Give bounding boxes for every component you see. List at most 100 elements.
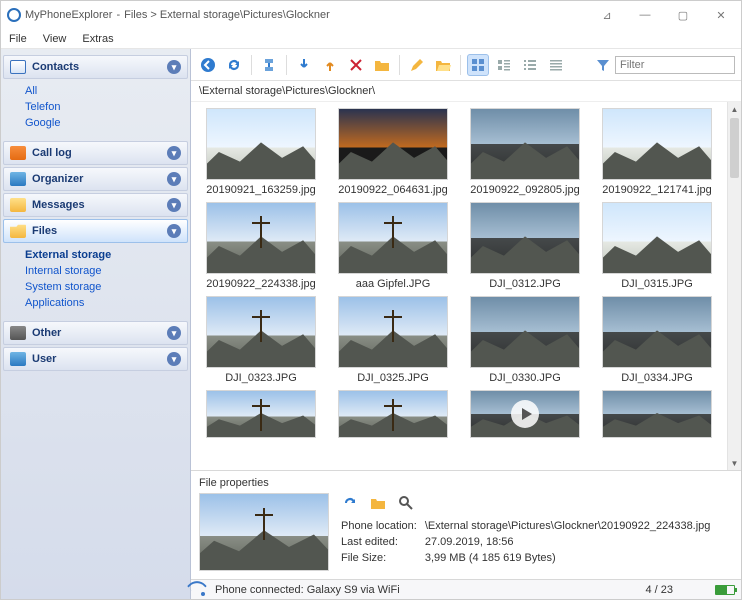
- new-folder-button[interactable]: [371, 54, 393, 76]
- file-item[interactable]: 20190921_163259.jpg: [199, 108, 323, 196]
- phone-icon: [10, 146, 26, 160]
- file-item[interactable]: DJI_0334.JPG: [595, 296, 719, 384]
- sync-button[interactable]: [258, 54, 280, 76]
- file-item[interactable]: DJI_0330.JPG: [463, 296, 587, 384]
- file-item[interactable]: [199, 390, 323, 438]
- file-item[interactable]: 20190922_064631.jpg: [331, 108, 455, 196]
- sidebar-item-external[interactable]: External storage: [23, 247, 182, 263]
- envelope-icon: [10, 198, 26, 212]
- maximize-button[interactable]: ▢: [669, 9, 697, 22]
- chevron-down-icon: ▾: [167, 60, 181, 74]
- size-value: 3,99 MB (4 185 619 Bytes): [425, 551, 717, 565]
- open-folder-button[interactable]: [432, 54, 454, 76]
- file-name: DJI_0325.JPG: [357, 372, 429, 384]
- file-item[interactable]: DJI_0325.JPG: [331, 296, 455, 384]
- play-icon: [511, 400, 539, 428]
- sidebar-item-apps[interactable]: Applications: [23, 295, 182, 311]
- scrollbar[interactable]: ▲ ▼: [727, 102, 741, 470]
- sidebar-organizer[interactable]: Organizer▾: [3, 167, 188, 191]
- status-bar: Phone connected: Galaxy S9 via WiFi 4 / …: [191, 579, 741, 599]
- contacts-icon: [10, 60, 26, 74]
- file-count: 4 / 23: [645, 584, 673, 596]
- location-label: Phone location:: [341, 519, 423, 533]
- props-open-button[interactable]: [367, 492, 389, 514]
- file-item[interactable]: [595, 390, 719, 438]
- file-item[interactable]: DJI_0323.JPG: [199, 296, 323, 384]
- sidebar-messages[interactable]: Messages▾: [3, 193, 188, 217]
- edit-button[interactable]: [406, 54, 428, 76]
- scroll-down-icon[interactable]: ▼: [728, 456, 741, 470]
- file-grid: 20190921_163259.jpg 20190922_064631.jpg 20…: [191, 102, 727, 470]
- chevron-down-icon: ▾: [167, 146, 181, 160]
- title-app: MyPhoneExplorer: [25, 9, 112, 21]
- file-name: DJI_0312.JPG: [489, 278, 561, 290]
- sidebar-item-internal[interactable]: Internal storage: [23, 263, 182, 279]
- path-bar: \External storage\Pictures\Glockner\: [191, 81, 741, 102]
- back-button[interactable]: [197, 54, 219, 76]
- filter-input[interactable]: [615, 56, 735, 74]
- location-value: \External storage\Pictures\Glockner\2019…: [425, 519, 717, 533]
- stick-icon[interactable]: ⊿: [593, 9, 621, 22]
- user-icon: [10, 352, 26, 366]
- sidebar-item-google[interactable]: Google: [23, 115, 182, 131]
- wrench-icon: [10, 326, 26, 340]
- file-name: 20190922_064631.jpg: [338, 184, 448, 196]
- file-name: 20190922_092805.jpg: [470, 184, 580, 196]
- delete-button[interactable]: [345, 54, 367, 76]
- wifi-icon: [197, 584, 209, 596]
- sidebar-other[interactable]: Other▾: [3, 321, 188, 345]
- sidebar-user[interactable]: User▾: [3, 347, 188, 371]
- file-item[interactable]: [331, 390, 455, 438]
- organizer-icon: [10, 172, 26, 186]
- props-zoom-button[interactable]: [395, 492, 417, 514]
- chevron-down-icon: ▾: [167, 352, 181, 366]
- chevron-down-icon: ▾: [167, 224, 181, 238]
- file-item[interactable]: DJI_0312.JPG: [463, 202, 587, 290]
- download-button[interactable]: [293, 54, 315, 76]
- menu-extras[interactable]: Extras: [82, 33, 113, 45]
- menu-bar: File View Extras: [1, 29, 741, 49]
- file-name: DJI_0330.JPG: [489, 372, 561, 384]
- view-details-button[interactable]: [545, 54, 567, 76]
- props-header: File properties: [199, 475, 733, 493]
- view-list-button[interactable]: [519, 54, 541, 76]
- view-thumbnails-button[interactable]: [467, 54, 489, 76]
- file-name: aaa Gipfel.JPG: [356, 278, 431, 290]
- view-tiles-button[interactable]: [493, 54, 515, 76]
- file-item[interactable]: 20190922_092805.jpg: [463, 108, 587, 196]
- edited-value: 27.09.2019, 18:56: [425, 535, 717, 549]
- chevron-down-icon: ▾: [167, 326, 181, 340]
- props-refresh-button[interactable]: [339, 492, 361, 514]
- size-label: File Size:: [341, 551, 423, 565]
- preview-thumbnail: [199, 493, 329, 571]
- battery-icon: [715, 585, 735, 595]
- file-item[interactable]: [463, 390, 587, 438]
- sidebar-contacts[interactable]: Contacts▾: [3, 55, 188, 79]
- close-button[interactable]: ✕: [707, 9, 735, 22]
- sidebar-item-all[interactable]: All: [23, 83, 182, 99]
- upload-button[interactable]: [319, 54, 341, 76]
- menu-view[interactable]: View: [43, 33, 67, 45]
- sidebar-item-telefon[interactable]: Telefon: [23, 99, 182, 115]
- menu-file[interactable]: File: [9, 33, 27, 45]
- title-breadcrumb: Files > External storage\Pictures\Glockn…: [124, 9, 330, 21]
- sidebar-calllog[interactable]: Call log▾: [3, 141, 188, 165]
- scroll-up-icon[interactable]: ▲: [728, 102, 741, 116]
- refresh-button[interactable]: [223, 54, 245, 76]
- sidebar-files[interactable]: Files▾: [3, 219, 188, 243]
- file-item[interactable]: 20190922_224338.jpg: [199, 202, 323, 290]
- file-item[interactable]: 20190922_121741.jpg: [595, 108, 719, 196]
- file-item[interactable]: DJI_0315.JPG: [595, 202, 719, 290]
- file-name: 20190921_163259.jpg: [206, 184, 316, 196]
- toolbar: [191, 49, 741, 81]
- scroll-thumb[interactable]: [730, 118, 739, 178]
- file-name: DJI_0334.JPG: [621, 372, 693, 384]
- file-name: 20190922_224338.jpg: [206, 278, 316, 290]
- chevron-down-icon: ▾: [167, 198, 181, 212]
- app-icon: [7, 8, 21, 22]
- edited-label: Last edited:: [341, 535, 423, 549]
- minimize-button[interactable]: —: [631, 9, 659, 22]
- file-item[interactable]: aaa Gipfel.JPG: [331, 202, 455, 290]
- file-name: DJI_0315.JPG: [621, 278, 693, 290]
- sidebar-item-system[interactable]: System storage: [23, 279, 182, 295]
